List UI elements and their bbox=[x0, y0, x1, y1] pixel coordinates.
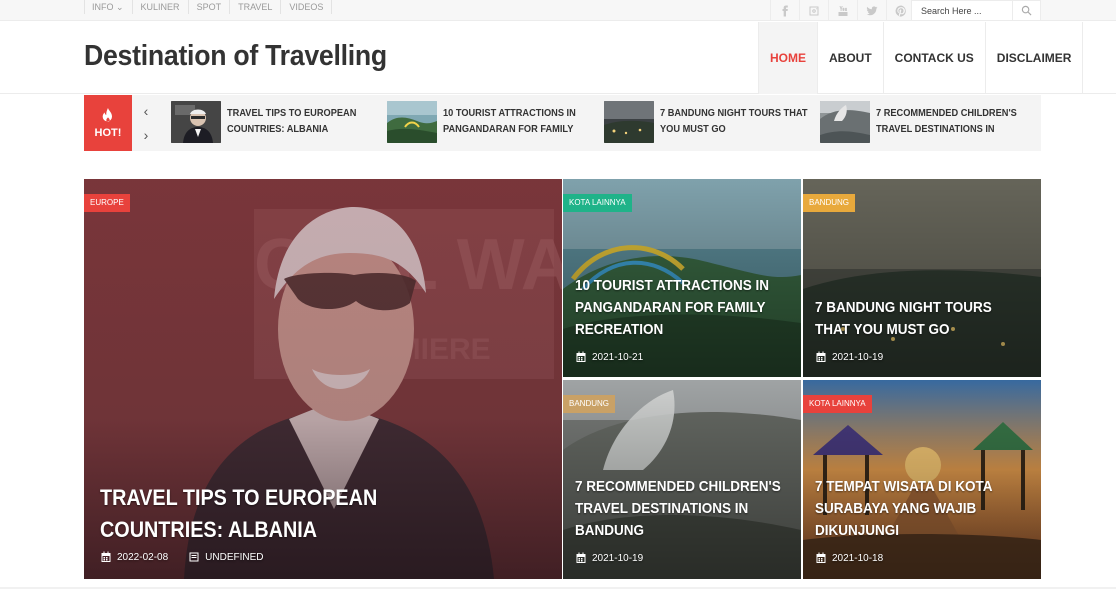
featured-card-title[interactable]: 10 TOURIST ATTRACTIONS IN PANGANDARAN FO… bbox=[575, 275, 782, 341]
category-badge[interactable]: EUROPE bbox=[84, 194, 130, 212]
category-badge[interactable]: BANDUNG bbox=[803, 194, 856, 212]
featured-card[interactable]: BANDUNG 7 BANDUNG NIGHT TOURS THAT YOU M… bbox=[803, 179, 1041, 377]
top-bar: INFO ⌄ KULINER SPOT TRAVEL VIDEOS bbox=[0, 0, 1116, 21]
featured-card[interactable]: KOTA LAINNYA 7 TEMPAT WISATA DI KOTA SUR… bbox=[803, 380, 1041, 579]
post-date: 2022-02-08 bbox=[117, 551, 169, 563]
post-date: 2021-10-19 bbox=[592, 552, 644, 564]
featured-card-meta: 2021-10-21 bbox=[575, 351, 643, 363]
category-badge[interactable]: KOTA LAINNYA bbox=[563, 194, 632, 212]
top-nav: INFO ⌄ KULINER SPOT TRAVEL VIDEOS bbox=[84, 0, 333, 21]
hot-label: HOT! bbox=[94, 127, 122, 139]
calendar-icon bbox=[815, 351, 827, 363]
topnav-item-videos[interactable]: VIDEOS bbox=[281, 0, 333, 14]
featured-card-meta: 2021-10-19 bbox=[815, 351, 883, 363]
fire-icon bbox=[102, 108, 112, 122]
ticker-thumbnail bbox=[604, 101, 654, 143]
site-title[interactable]: Destination of Travelling bbox=[84, 40, 387, 73]
ticker-prev-button[interactable]: ‹ bbox=[138, 99, 154, 123]
post-date: 2021-10-21 bbox=[592, 351, 644, 363]
calendar-icon bbox=[100, 551, 112, 563]
ticker-thumbnail bbox=[171, 101, 221, 143]
search-button[interactable] bbox=[1012, 1, 1040, 20]
search-box bbox=[911, 0, 1041, 21]
nav-contact-us[interactable]: CONTACK US bbox=[882, 22, 985, 94]
hot-news-ticker: HOT! ‹ › TRAVEL TIPS TO EUROPEAN COUNTRI… bbox=[84, 95, 1041, 151]
featured-card-title[interactable]: 7 RECOMMENDED CHILDREN'S TRAVEL DESTINAT… bbox=[575, 476, 782, 542]
nav-about[interactable]: ABOUT bbox=[817, 22, 883, 94]
ticker-item-title: TRAVEL TIPS TO EUROPEAN COUNTRIES: ALBAN… bbox=[227, 107, 357, 135]
nav-home[interactable]: HOME bbox=[758, 22, 817, 94]
featured-main-title[interactable]: TRAVEL TIPS TO EUROPEAN COUNTRIES: ALBAN… bbox=[100, 482, 496, 546]
topnav-item-spot[interactable]: SPOT bbox=[189, 0, 231, 14]
ticker-item-title: 10 TOURIST ATTRACTIONS IN PANGANDARAN FO… bbox=[443, 107, 576, 135]
calendar-icon bbox=[575, 351, 587, 363]
featured-card-meta: 2021-10-18 bbox=[815, 552, 883, 564]
post-date: 2021-10-18 bbox=[832, 552, 884, 564]
hot-badge: HOT! bbox=[84, 95, 132, 151]
instagram-icon[interactable] bbox=[799, 0, 828, 21]
featured-card-title[interactable]: 7 BANDUNG NIGHT TOURS THAT YOU MUST GO bbox=[815, 297, 1022, 341]
ticker-item-title: 7 BANDUNG NIGHT TOURS THAT YOU MUST GO bbox=[660, 107, 808, 135]
ticker-item-title: 7 RECOMMENDED CHILDREN'S TRAVEL DESTINAT… bbox=[876, 107, 1017, 135]
ticker-next-button[interactable]: › bbox=[138, 123, 154, 147]
ticker-arrows: ‹ › bbox=[138, 99, 154, 147]
ticker-thumbnail bbox=[387, 101, 437, 143]
featured-card[interactable]: BANDUNG 7 RECOMMENDED CHILDREN'S TRAVEL … bbox=[563, 380, 801, 579]
topnav-item-info[interactable]: INFO ⌄ bbox=[84, 0, 133, 14]
category-badge[interactable]: BANDUNG bbox=[563, 395, 616, 413]
featured-card-title[interactable]: 7 TEMPAT WISATA DI KOTA SURABAYA YANG WA… bbox=[815, 476, 1022, 542]
ticker-thumbnail bbox=[820, 101, 870, 143]
category-badge[interactable]: KOTA LAINNYA bbox=[803, 395, 872, 413]
featured-card[interactable]: KOTA LAINNYA 10 TOURIST ATTRACTIONS IN P… bbox=[563, 179, 801, 377]
topnav-item-travel[interactable]: TRAVEL bbox=[230, 0, 282, 14]
post-date: 2021-10-19 bbox=[832, 351, 884, 363]
youtube-icon[interactable] bbox=[828, 0, 857, 21]
twitter-icon[interactable] bbox=[857, 0, 886, 21]
search-input[interactable] bbox=[912, 1, 1012, 20]
featured-card-meta: 2021-10-19 bbox=[575, 552, 643, 564]
post-author[interactable]: UNDEFINED bbox=[205, 552, 263, 563]
topnav-item-kuliner[interactable]: KULINER bbox=[133, 0, 189, 14]
featured-main-card[interactable]: CIVIL WAR PREMIERE EUROPE TRAVEL TIPS TO… bbox=[84, 179, 562, 579]
nav-disclaimer[interactable]: DISCLAIMER bbox=[984, 22, 1084, 94]
search-icon bbox=[1021, 5, 1032, 16]
site-header: Destination of Travelling HOME ABOUT CON… bbox=[0, 22, 1116, 94]
featured-main-meta: 2022-02-08 UNDEFINED bbox=[100, 551, 264, 563]
calendar-icon bbox=[815, 552, 827, 564]
calendar-icon bbox=[575, 552, 587, 564]
featured-grid: CIVIL WAR PREMIERE EUROPE TRAVEL TIPS TO… bbox=[84, 179, 1041, 579]
document-icon bbox=[188, 551, 200, 563]
social-links bbox=[770, 0, 915, 21]
facebook-icon[interactable] bbox=[770, 0, 799, 21]
main-nav: HOME ABOUT CONTACK US DISCLAIMER bbox=[758, 22, 1084, 94]
